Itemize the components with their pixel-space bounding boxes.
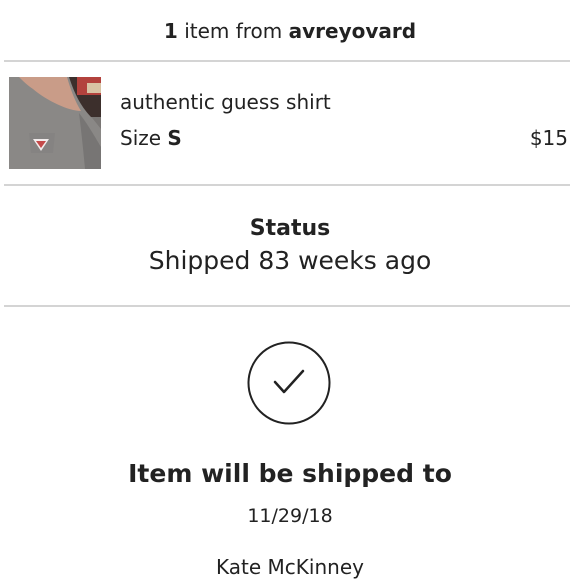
order-item-row[interactable]: authentic guess shirt Size S $15: [0, 62, 580, 184]
item-price: $15: [529, 126, 568, 150]
item-title[interactable]: authentic guess shirt: [120, 90, 331, 114]
shipping-recipient-name: Kate McKinney: [216, 555, 364, 579]
status-title: Status: [249, 216, 331, 241]
checkmark-circle-icon: [247, 341, 331, 425]
status-divider: [4, 305, 570, 307]
shipping-date: 11/29/18: [247, 505, 333, 527]
item-size: Size S: [120, 126, 182, 150]
item-count: 1: [163, 18, 178, 43]
item-from-text: item from: [184, 18, 283, 43]
size-label: Size: [120, 126, 162, 150]
size-value: S: [167, 126, 182, 150]
shirt-photo-icon: [9, 77, 101, 169]
shipping-title: Item will be shipped to: [128, 459, 452, 488]
status-text: Shipped 83 weeks ago: [148, 246, 432, 275]
item-thumbnail[interactable]: [9, 77, 101, 169]
order-header: 1 item from avreyovard: [0, 0, 580, 61]
seller-username[interactable]: avreyovard: [289, 19, 416, 43]
item-divider: [4, 184, 570, 186]
